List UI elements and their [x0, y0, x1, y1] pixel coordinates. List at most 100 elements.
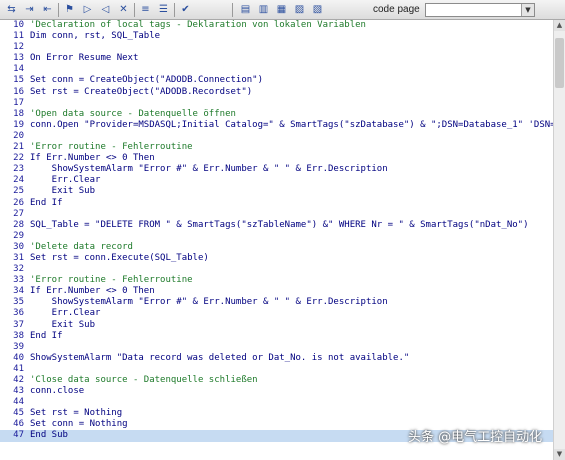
- code-text: Err.Clear: [30, 308, 101, 319]
- code-line[interactable]: 22 If Err.Number <> 0 Then: [0, 153, 553, 164]
- line-number: 19: [13, 119, 24, 130]
- code-line[interactable]: 21 'Error routine - Fehlerroutine: [0, 142, 553, 153]
- syntax-check-icon[interactable]: ✔: [178, 2, 193, 17]
- code-line[interactable]: 34 If Err.Number <> 0 Then: [0, 286, 553, 297]
- code-line[interactable]: 42 'Close data source - Datenquelle schli…: [0, 375, 553, 386]
- outdent-icon[interactable]: ⇤: [40, 2, 55, 17]
- code-line[interactable]: 32: [0, 264, 553, 275]
- code-text: Err.Clear: [30, 175, 101, 186]
- toolbar-separator: [134, 3, 135, 17]
- code-line[interactable]: 45 Set rst = Nothing: [0, 408, 553, 419]
- code-text: Set conn = CreateObject("ADODB.Connectio…: [30, 75, 263, 86]
- line-number: 36: [13, 308, 24, 319]
- code-text: 'Open data source - Datenquelle öffnen: [30, 108, 236, 119]
- toolbar-separator: [232, 3, 233, 17]
- code-line[interactable]: 37 Exit Sub: [0, 320, 553, 331]
- word-completion-icon[interactable]: ▧: [310, 2, 325, 17]
- line-number: 44: [13, 397, 24, 408]
- code-text: conn.close: [30, 386, 85, 397]
- scroll-up-arrow-icon[interactable]: ▲: [554, 20, 565, 31]
- code-text: 'Close data source - Datenquelle schließ…: [30, 375, 258, 385]
- code-line[interactable]: 24 Err.Clear: [0, 175, 553, 186]
- toggle-bookmark-icon[interactable]: ⚑: [62, 2, 77, 17]
- code-text: Set rst = CreateObject("ADODB.Recordset"…: [30, 86, 253, 97]
- vertical-scrollbar[interactable]: ▲ ▼: [553, 20, 565, 460]
- code-line[interactable]: 18 'Open data source - Datenquelle öffnen: [0, 109, 553, 120]
- code-line[interactable]: 17: [0, 98, 553, 109]
- next-bookmark-icon[interactable]: ▷: [80, 2, 95, 17]
- code-line[interactable]: 10 'Declaration of local tags - Deklarati…: [0, 20, 553, 31]
- toolbar-separator: [174, 3, 175, 17]
- code-line[interactable]: 12: [0, 42, 553, 53]
- code-line[interactable]: 20: [0, 131, 553, 142]
- clear-bookmarks-icon[interactable]: ✕: [116, 2, 131, 17]
- line-number: 29: [13, 230, 24, 241]
- code-text: Set rst = Nothing: [30, 408, 123, 419]
- code-line[interactable]: 36 Err.Clear: [0, 308, 553, 319]
- scrollbar-thumb[interactable]: [555, 38, 564, 88]
- line-number: 14: [13, 64, 24, 75]
- parameter-info-icon[interactable]: ▨: [292, 2, 307, 17]
- prev-bookmark-icon[interactable]: ◁: [98, 2, 113, 17]
- list-methods-icon[interactable]: ▦: [274, 2, 289, 17]
- line-number: 37: [13, 319, 24, 330]
- code-text: If Err.Number <> 0 Then: [30, 286, 155, 297]
- code-line[interactable]: 30 'Delete data record: [0, 242, 553, 253]
- line-number: 45: [13, 408, 24, 419]
- code-line[interactable]: 15 Set conn = CreateObject("ADODB.Connect…: [0, 75, 553, 86]
- code-line[interactable]: 41: [0, 364, 553, 375]
- line-number: 30: [13, 241, 24, 252]
- list-objects-icon[interactable]: ▤: [238, 2, 253, 17]
- code-text: ShowSystemAlarm "Error #" & Err.Number &…: [30, 164, 388, 175]
- code-line[interactable]: 16 Set rst = CreateObject("ADODB.Recordse…: [0, 87, 553, 98]
- line-number: 42: [13, 375, 24, 385]
- line-number: 24: [13, 175, 24, 186]
- code-page-label: code page: [373, 4, 420, 15]
- code-text: 'Error routine - Fehlerroutine: [30, 275, 193, 286]
- code-line[interactable]: 23 ShowSystemAlarm "Error #" & Err.Numbe…: [0, 164, 553, 175]
- code-line[interactable]: 14: [0, 64, 553, 75]
- line-number: 12: [13, 42, 24, 53]
- code-line[interactable]: 11 Dim conn, rst, SQL_Table: [0, 31, 553, 42]
- code-line[interactable]: 25 Exit Sub: [0, 186, 553, 197]
- code-text: Dim conn, rst, SQL_Table: [30, 31, 161, 42]
- code-text: conn.Open "Provider=MSDASQL;Initial Cata…: [30, 119, 553, 130]
- comment-icon[interactable]: ≡: [138, 2, 153, 17]
- code-text: 'Error routine - Fehlerroutine: [30, 142, 193, 153]
- line-number: 28: [13, 219, 24, 230]
- code-line[interactable]: 33 'Error routine - Fehlerroutine: [0, 275, 553, 286]
- code-text: 'Declaration of local tags - Deklaration…: [30, 20, 366, 30]
- line-number: 16: [13, 86, 24, 97]
- code-line[interactable]: 29: [0, 231, 553, 242]
- line-number: 41: [13, 363, 24, 374]
- indent-icon[interactable]: ⇥: [22, 2, 37, 17]
- line-number: 46: [13, 419, 24, 430]
- code-line[interactable]: 44: [0, 397, 553, 408]
- code-line[interactable]: 38 End If: [0, 331, 553, 342]
- code-line[interactable]: 31 Set rst = conn.Execute(SQL_Table): [0, 253, 553, 264]
- line-number: 15: [13, 75, 24, 86]
- code-page-select[interactable]: ▼: [425, 3, 535, 17]
- line-number: 18: [13, 108, 24, 119]
- chevron-down-icon[interactable]: ▼: [521, 4, 534, 16]
- code-line[interactable]: 28 SQL_Table = "DELETE FROM " & SmartTags…: [0, 220, 553, 231]
- list-properties-icon[interactable]: ▥: [256, 2, 271, 17]
- toggle-icon[interactable]: ⇆: [4, 2, 19, 17]
- scroll-down-arrow-icon[interactable]: ▼: [554, 449, 565, 460]
- code-line[interactable]: 26 End If: [0, 198, 553, 209]
- code-text: SQL_Table = "DELETE FROM " & SmartTags("…: [30, 219, 529, 230]
- uncomment-icon[interactable]: ☰: [156, 2, 171, 17]
- line-number: 21: [13, 142, 24, 153]
- code-line[interactable]: 35 ShowSystemAlarm "Error #" & Err.Numbe…: [0, 297, 553, 308]
- code-line[interactable]: 40 ShowSystemAlarm "Data record was delet…: [0, 353, 553, 364]
- code-text: Exit Sub: [30, 319, 96, 330]
- code-text: Exit Sub: [30, 186, 96, 197]
- code-line[interactable]: 43 conn.close: [0, 386, 553, 397]
- line-number: 31: [13, 252, 24, 263]
- code-line[interactable]: 13 On Error Resume Next: [0, 53, 553, 64]
- code-text: ShowSystemAlarm "Error #" & Err.Number &…: [30, 297, 388, 308]
- code-line[interactable]: 27: [0, 209, 553, 220]
- code-editor[interactable]: 10 'Declaration of local tags - Deklarati…: [0, 20, 553, 460]
- code-line[interactable]: 39: [0, 342, 553, 353]
- code-line[interactable]: 19 conn.Open "Provider=MSDASQL;Initial Ca…: [0, 120, 553, 131]
